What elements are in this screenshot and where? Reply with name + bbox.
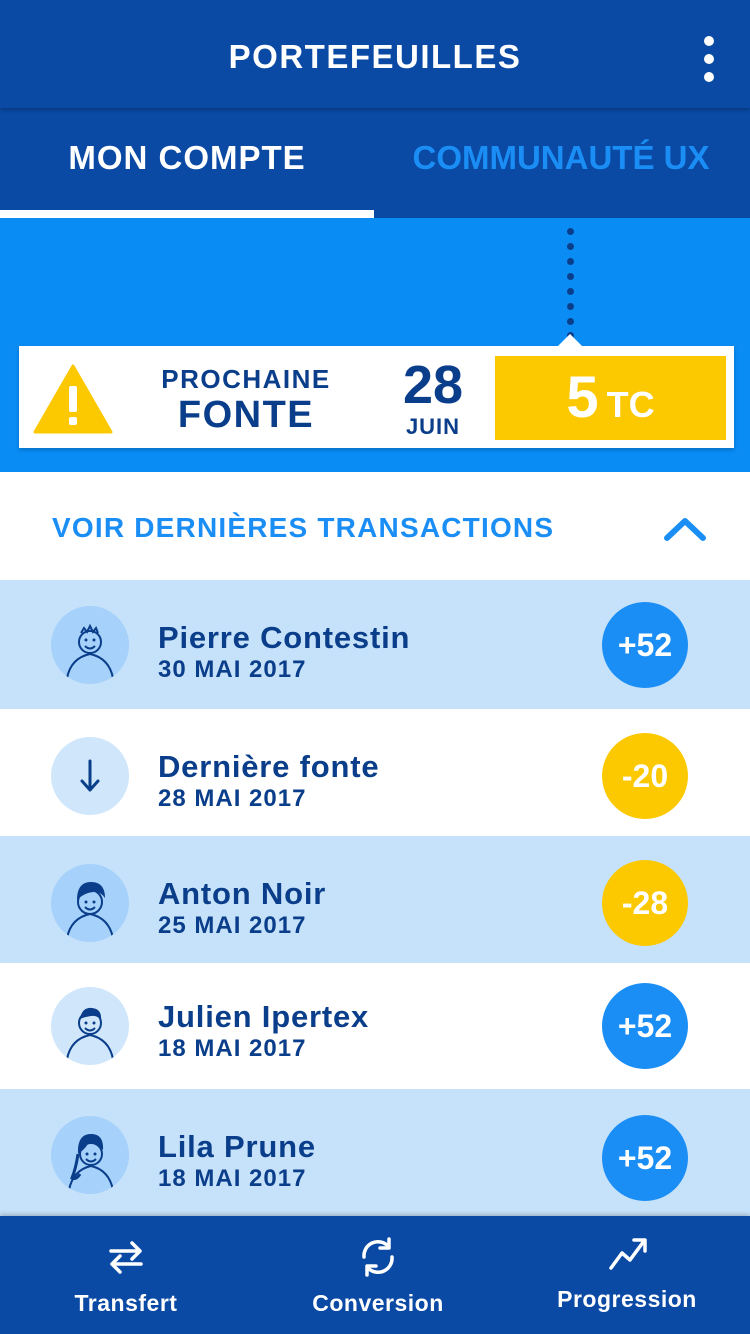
- transaction-date: 28 MAI 2017: [158, 785, 307, 812]
- nav-progression[interactable]: Progression: [540, 1216, 714, 1334]
- transaction-amount-badge: +52: [602, 1115, 688, 1201]
- transaction-date: 18 MAI 2017: [158, 1165, 307, 1192]
- transaction-amount-badge: -28: [602, 860, 688, 946]
- nav-label: Progression: [557, 1286, 697, 1312]
- refresh-icon: [362, 1237, 394, 1277]
- transactions-toggle-label: VOIR DERNIÈRES TRANSACTIONS: [52, 512, 555, 543]
- nav-label: Conversion: [312, 1290, 444, 1316]
- melt-month: JUIN: [405, 414, 461, 439]
- tab-bar: MON COMPTE COMMUNAUTÉ UX: [0, 108, 750, 218]
- transaction-name: Pierre Contestin: [158, 620, 411, 655]
- transaction-amount-badge: +52: [602, 602, 688, 688]
- more-options-icon[interactable]: [698, 36, 720, 86]
- page-title: PORTEFEUILLES: [228, 38, 522, 75]
- dotted-connector: [567, 228, 575, 339]
- melt-unit: TC: [606, 384, 655, 425]
- transaction-row[interactable]: Pierre Contestin 30 MAI 2017 +52: [0, 580, 750, 709]
- arrow-down-icon: [51, 737, 129, 815]
- melt-day: 28: [402, 355, 464, 415]
- bottom-navigation: Transfert Conversion Progression: [0, 1216, 750, 1334]
- nav-conversion[interactable]: Conversion: [290, 1216, 466, 1334]
- transactions-toggle[interactable]: VOIR DERNIÈRES TRANSACTIONS: [0, 472, 750, 580]
- transaction-name: Anton Noir: [158, 876, 327, 911]
- melt-amount: 5: [566, 365, 599, 430]
- melt-label: FONTE: [177, 394, 315, 436]
- next-melt-label: PROCHAINE: [161, 364, 331, 394]
- app-bar: PORTEFEUILLES: [0, 0, 750, 108]
- avatar-icon: [51, 864, 129, 942]
- transaction-row[interactable]: Anton Noir 25 MAI 2017 -28: [0, 836, 750, 963]
- melt-amount-box: 5 TC: [495, 356, 726, 440]
- card-pointer: [557, 334, 583, 347]
- transaction-name: Julien Ipertex: [158, 999, 370, 1034]
- transaction-name: Dernière fonte: [158, 749, 380, 784]
- transaction-row[interactable]: Julien Ipertex 18 MAI 2017 +52: [0, 963, 750, 1089]
- tab-communaute-ux[interactable]: COMMUNAUTÉ UX: [374, 108, 748, 218]
- transaction-date: 30 MAI 2017: [158, 656, 307, 683]
- next-melt-card: PROCHAINE FONTE 28 JUIN 5 TC: [19, 334, 734, 448]
- trending-up-icon: [609, 1238, 647, 1270]
- nav-transfert[interactable]: Transfert: [40, 1216, 212, 1334]
- avatar-icon: [51, 987, 129, 1065]
- transaction-date: 18 MAI 2017: [158, 1035, 307, 1062]
- transaction-amount-badge: -20: [602, 733, 688, 819]
- transaction-name: Lila Prune: [158, 1129, 316, 1164]
- transaction-date: 25 MAI 2017: [158, 912, 307, 939]
- tab-indicator: [0, 210, 374, 218]
- transaction-row[interactable]: Lila Prune 18 MAI 2017 +52: [0, 1089, 750, 1216]
- nav-label: Transfert: [74, 1290, 178, 1316]
- tab-mon-compte[interactable]: MON COMPTE: [0, 108, 374, 218]
- transaction-amount-badge: +52: [602, 983, 688, 1069]
- transaction-row[interactable]: Dernière fonte 28 MAI 2017 -20: [0, 709, 750, 836]
- chevron-up-icon[interactable]: [662, 514, 708, 544]
- avatar-icon: [51, 1116, 129, 1194]
- avatar-icon: [51, 606, 129, 684]
- warning-icon: [33, 364, 113, 434]
- transfer-icon: [109, 1241, 143, 1274]
